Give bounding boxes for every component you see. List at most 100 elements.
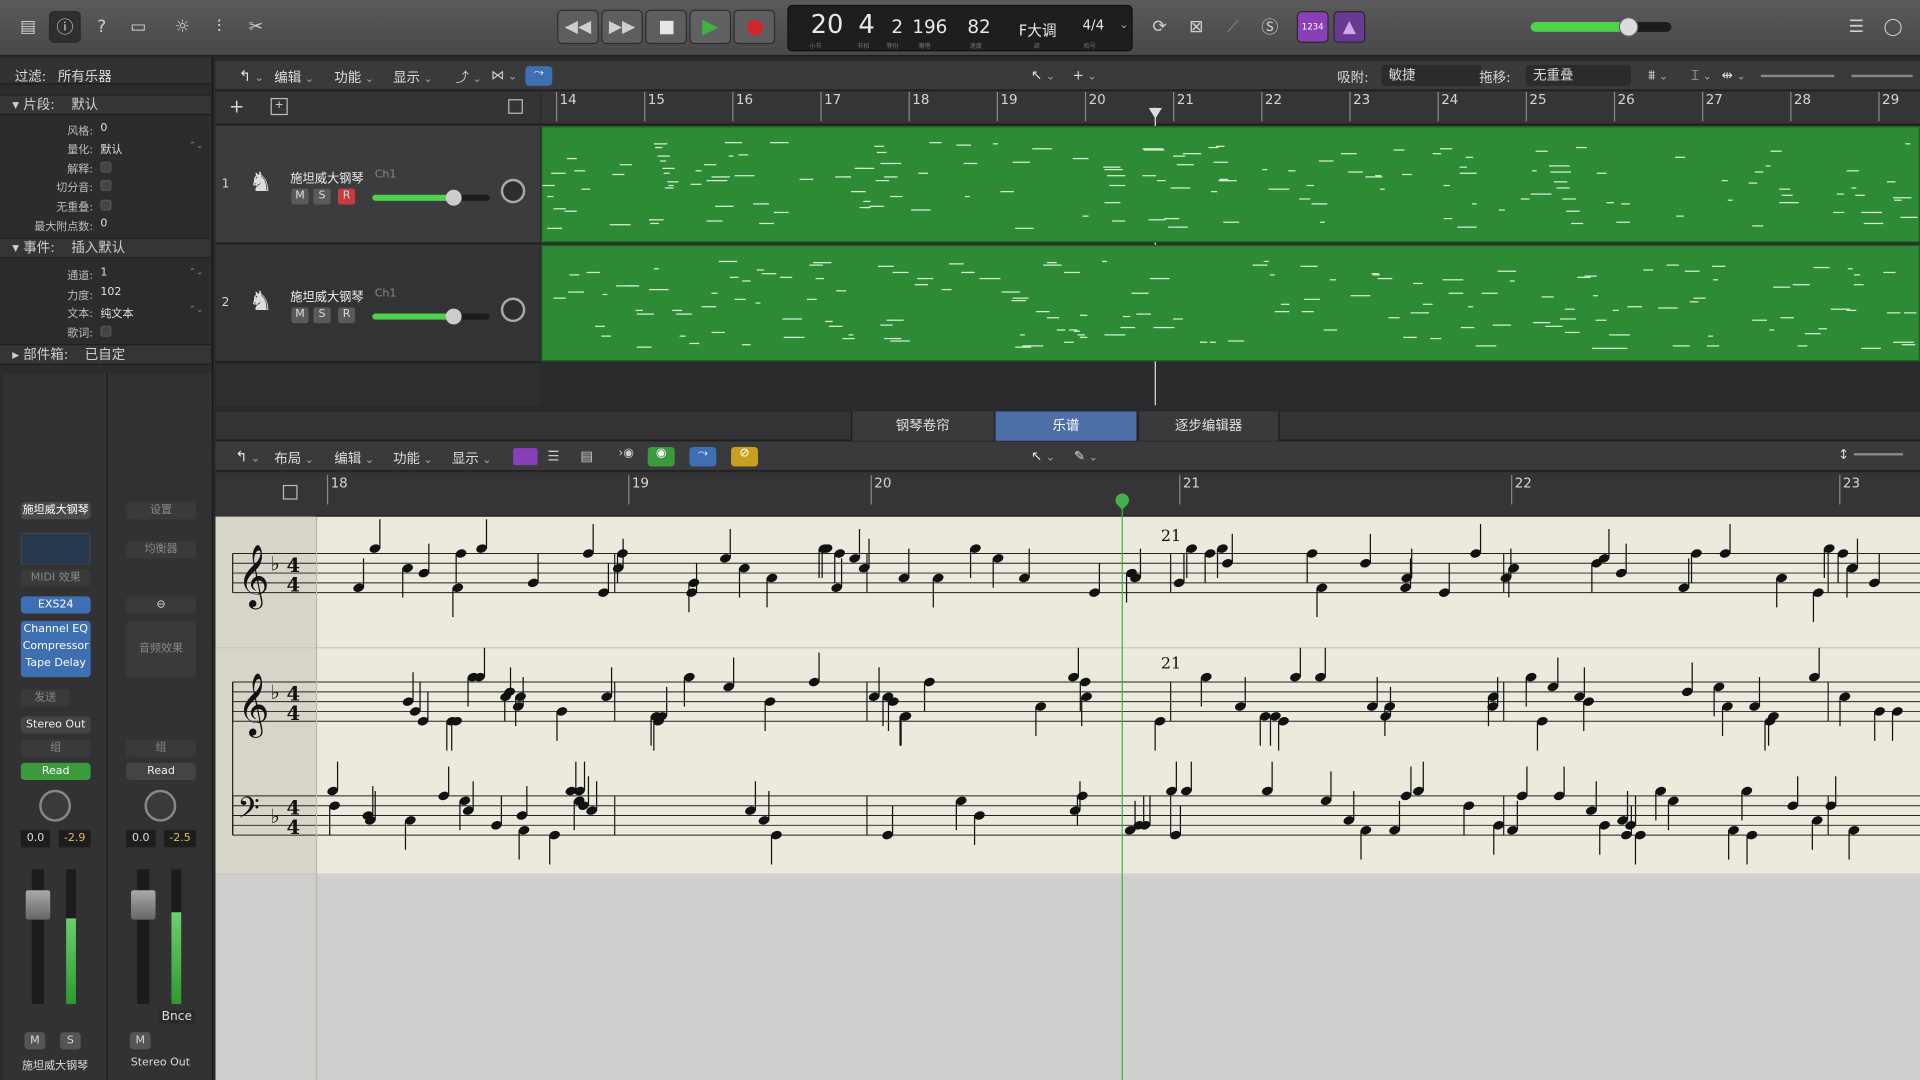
- midi-fx-slot[interactable]: MIDI 效果: [20, 569, 91, 587]
- tuner-icon[interactable]: ⟋: [1217, 11, 1249, 43]
- mute-button[interactable]: M: [291, 188, 309, 205]
- horizontal-fit-icon[interactable]: ⇹: [1722, 67, 1746, 83]
- back-icon[interactable]: ↰: [235, 448, 260, 465]
- view-menu[interactable]: 显示: [452, 448, 492, 468]
- filter-row[interactable]: 过滤: 所有乐器: [0, 57, 211, 85]
- interpretation-checkbox[interactable]: [100, 161, 112, 173]
- replace-icon[interactable]: ⊠: [1180, 11, 1212, 43]
- automation-icon[interactable]: ⤴: [456, 67, 482, 87]
- tab-step-editor[interactable]: 逐步编辑器: [1137, 411, 1280, 441]
- link-icon[interactable]: ⊘: [731, 446, 758, 467]
- tab-piano-roll[interactable]: 钢琴卷帘: [851, 411, 994, 441]
- global-tracks-icon[interactable]: [508, 99, 523, 114]
- pan-knob[interactable]: [500, 178, 526, 204]
- solo-button[interactable]: S: [313, 188, 331, 205]
- solo-button[interactable]: S: [60, 1032, 81, 1050]
- record-enable-button[interactable]: R: [337, 307, 356, 324]
- mixer-icon[interactable]: ⫶: [203, 11, 235, 43]
- library-icon[interactable]: ▤: [12, 11, 44, 43]
- vertical-fit-icon[interactable]: ⌶: [1691, 67, 1712, 84]
- group-slot[interactable]: 组: [126, 739, 196, 757]
- stepper-icon[interactable]: ⌃⌄: [189, 267, 203, 277]
- pan-knob[interactable]: [39, 789, 72, 822]
- pointer-tool-icon[interactable]: ↖: [1031, 67, 1055, 83]
- strip-setting-button[interactable]: 施坦威大钢琴: [20, 502, 91, 520]
- group-slot[interactable]: 组: [20, 739, 91, 757]
- record-enable-button[interactable]: R: [337, 188, 356, 205]
- edit-menu[interactable]: 编辑: [334, 448, 374, 468]
- count-in-button[interactable]: 1234: [1296, 11, 1329, 43]
- edit-menu[interactable]: 编辑: [274, 67, 314, 87]
- lcd-display[interactable]: 20 4 2 196 82 F大调 4/4 小节 节拍 等份 嘀嗒 速度 调 拍…: [787, 4, 1133, 52]
- bounce-button[interactable]: Bnce: [159, 1010, 195, 1024]
- track-volume-slider[interactable]: [372, 308, 490, 325]
- add-track-icon[interactable]: +: [229, 96, 244, 118]
- list-editors-icon[interactable]: ☰: [1840, 11, 1872, 43]
- automation-mode-button[interactable]: Read: [20, 762, 91, 781]
- horizontal-zoom-slider[interactable]: [1851, 70, 1913, 82]
- instrument-slot[interactable]: EXS24: [20, 596, 91, 614]
- solo-button[interactable]: S: [313, 307, 331, 324]
- browser-icon[interactable]: ◯: [1877, 11, 1909, 43]
- volume-fader[interactable]: [25, 890, 51, 920]
- audio-fx-slots[interactable]: Channel EQ Compressor Tape Delay: [20, 620, 91, 678]
- stop-button[interactable]: [645, 9, 687, 45]
- function-menu[interactable]: 功能: [393, 448, 433, 468]
- quick-help-icon[interactable]: ?: [86, 11, 118, 43]
- send-slot[interactable]: 发送: [20, 689, 70, 707]
- global-tracks-icon[interactable]: [282, 484, 298, 500]
- toolbar-icon[interactable]: ▭: [122, 11, 154, 43]
- stepper-icon[interactable]: ⌃⌄: [189, 305, 203, 315]
- pencil-tool-icon[interactable]: +: [1073, 67, 1097, 83]
- pointer-tool-icon[interactable]: ↖: [1031, 448, 1055, 464]
- plugin-slot[interactable]: Compressor: [21, 638, 91, 655]
- linear-view-icon[interactable]: [513, 448, 538, 466]
- vertical-zoom-slider[interactable]: [1760, 70, 1835, 82]
- pan-knob[interactable]: [144, 789, 177, 822]
- rewind-button[interactable]: ◀◀: [557, 9, 599, 45]
- midi-region[interactable]: [541, 244, 1920, 362]
- pan-knob[interactable]: [500, 297, 526, 323]
- track-header[interactable]: 2 ♞ 施坦威大钢琴 Ch1 M S R: [215, 244, 541, 363]
- audio-fx-slot[interactable]: 音频效果: [126, 620, 196, 678]
- function-menu[interactable]: 功能: [334, 67, 374, 87]
- view-menu[interactable]: 显示: [393, 67, 433, 87]
- solo-icon[interactable]: Ⓢ: [1254, 11, 1286, 43]
- forward-button[interactable]: ▶▶: [601, 9, 643, 45]
- plugin-slot[interactable]: Channel EQ: [21, 621, 91, 638]
- vertical-zoom-icon[interactable]: ↕: [1838, 447, 1849, 463]
- automation-mode-button[interactable]: Read: [126, 762, 196, 781]
- mute-button[interactable]: M: [129, 1032, 151, 1050]
- drag-select[interactable]: 无重叠: [1525, 64, 1632, 86]
- tracks-ruler[interactable]: 14 15 16 17 18 19 20 21 22 23 24 25 26 27 28 29: [541, 91, 1920, 125]
- plugin-slot[interactable]: Tape Delay: [21, 655, 91, 672]
- editors-icon[interactable]: ✂: [240, 11, 272, 43]
- inspector-icon[interactable]: ⓘ: [48, 11, 81, 43]
- catch-icon[interactable]: ⤳: [525, 66, 553, 86]
- score-zoom-slider[interactable]: [1853, 453, 1903, 456]
- link-icon[interactable]: ⊖: [126, 596, 196, 614]
- chevron-down-icon[interactable]: ⌄: [1119, 20, 1128, 32]
- play-button[interactable]: ▶: [689, 9, 732, 45]
- parts-section-header[interactable]: ▸ 部件箱: 已自定: [0, 344, 211, 365]
- pencil-tool-icon[interactable]: ✎: [1074, 448, 1098, 464]
- region-section-header[interactable]: ▾ 片段: 默认: [0, 94, 211, 116]
- part-box-icon[interactable]: ▤: [580, 448, 593, 464]
- record-button[interactable]: [733, 9, 776, 45]
- midi-in-icon[interactable]: ›◉: [618, 447, 634, 460]
- midi-out-icon[interactable]: ◉: [647, 446, 675, 467]
- duplicate-track-icon[interactable]: +: [270, 97, 288, 116]
- page-view-icon[interactable]: ☰: [547, 448, 559, 464]
- layout-menu[interactable]: 布局: [274, 448, 314, 468]
- event-section-header[interactable]: ▾ 事件: 插入默认: [0, 237, 211, 259]
- track-name[interactable]: 施坦威大钢琴: [290, 287, 363, 304]
- snap-select[interactable]: 敏捷: [1381, 64, 1482, 86]
- waveform-zoom-icon[interactable]: ⩩: [1648, 67, 1668, 84]
- strip-setting-button[interactable]: 设置: [126, 502, 196, 520]
- eq-thumbnail[interactable]: [20, 532, 91, 565]
- volume-fader[interactable]: [131, 890, 156, 920]
- midi-region[interactable]: [541, 126, 1920, 243]
- no-overlap-checkbox[interactable]: [100, 199, 112, 211]
- score-canvas[interactable]: 𝄞 ♭ 4 4 𝄞 ♭ 4 4 𝄢 ♭ 4 4 21 21: [215, 516, 1920, 876]
- metronome-icon[interactable]: ▲: [1333, 11, 1366, 43]
